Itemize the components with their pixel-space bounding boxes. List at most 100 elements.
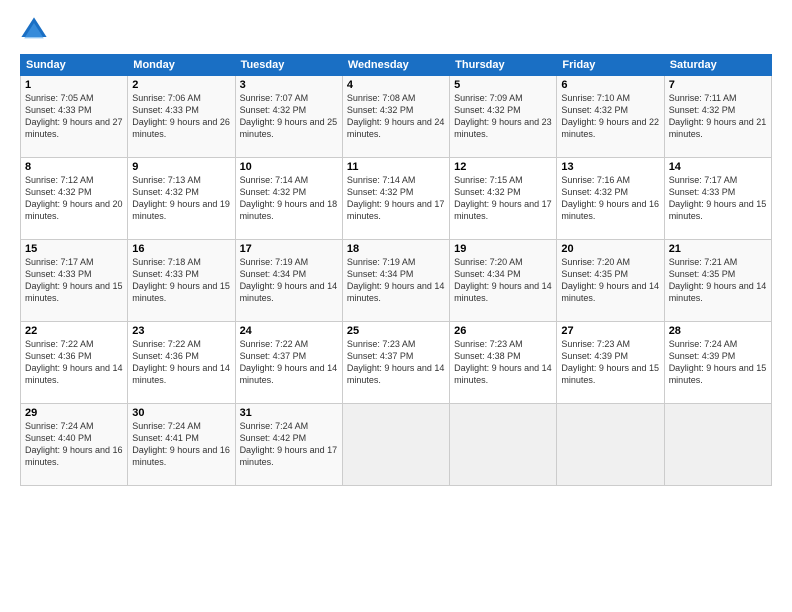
calendar-cell: 14 Sunrise: 7:17 AMSunset: 4:33 PMDaylig… [664, 158, 771, 240]
day-info: Sunrise: 7:11 AMSunset: 4:32 PMDaylight:… [669, 93, 767, 139]
calendar-cell: 28 Sunrise: 7:24 AMSunset: 4:39 PMDaylig… [664, 322, 771, 404]
day-info: Sunrise: 7:08 AMSunset: 4:32 PMDaylight:… [347, 93, 445, 139]
day-info: Sunrise: 7:23 AMSunset: 4:38 PMDaylight:… [454, 339, 552, 385]
weekday-header-thursday: Thursday [450, 55, 557, 76]
day-number: 17 [240, 243, 338, 255]
calendar-cell: 6 Sunrise: 7:10 AMSunset: 4:32 PMDayligh… [557, 76, 664, 158]
day-number: 4 [347, 79, 445, 91]
day-info: Sunrise: 7:20 AMSunset: 4:35 PMDaylight:… [561, 257, 659, 303]
day-info: Sunrise: 7:24 AMSunset: 4:41 PMDaylight:… [132, 421, 230, 467]
weekday-header-sunday: Sunday [21, 55, 128, 76]
day-number: 8 [25, 161, 123, 173]
calendar-cell: 25 Sunrise: 7:23 AMSunset: 4:37 PMDaylig… [342, 322, 449, 404]
calendar-cell [557, 404, 664, 486]
calendar-table: SundayMondayTuesdayWednesdayThursdayFrid… [20, 54, 772, 486]
day-info: Sunrise: 7:12 AMSunset: 4:32 PMDaylight:… [25, 175, 123, 221]
calendar-cell: 11 Sunrise: 7:14 AMSunset: 4:32 PMDaylig… [342, 158, 449, 240]
day-info: Sunrise: 7:19 AMSunset: 4:34 PMDaylight:… [347, 257, 445, 303]
calendar-cell [664, 404, 771, 486]
weekday-header-saturday: Saturday [664, 55, 771, 76]
day-number: 26 [454, 325, 552, 337]
calendar-cell: 29 Sunrise: 7:24 AMSunset: 4:40 PMDaylig… [21, 404, 128, 486]
day-number: 12 [454, 161, 552, 173]
day-number: 15 [25, 243, 123, 255]
day-number: 23 [132, 325, 230, 337]
calendar-cell: 31 Sunrise: 7:24 AMSunset: 4:42 PMDaylig… [235, 404, 342, 486]
calendar-cell: 19 Sunrise: 7:20 AMSunset: 4:34 PMDaylig… [450, 240, 557, 322]
logo [20, 16, 50, 44]
page: SundayMondayTuesdayWednesdayThursdayFrid… [0, 0, 792, 612]
day-info: Sunrise: 7:14 AMSunset: 4:32 PMDaylight:… [240, 175, 338, 221]
calendar-cell: 5 Sunrise: 7:09 AMSunset: 4:32 PMDayligh… [450, 76, 557, 158]
day-number: 6 [561, 79, 659, 91]
day-number: 2 [132, 79, 230, 91]
calendar-cell: 15 Sunrise: 7:17 AMSunset: 4:33 PMDaylig… [21, 240, 128, 322]
day-info: Sunrise: 7:22 AMSunset: 4:37 PMDaylight:… [240, 339, 338, 385]
calendar-cell: 9 Sunrise: 7:13 AMSunset: 4:32 PMDayligh… [128, 158, 235, 240]
calendar-cell: 4 Sunrise: 7:08 AMSunset: 4:32 PMDayligh… [342, 76, 449, 158]
day-info: Sunrise: 7:18 AMSunset: 4:33 PMDaylight:… [132, 257, 230, 303]
calendar-cell: 20 Sunrise: 7:20 AMSunset: 4:35 PMDaylig… [557, 240, 664, 322]
day-info: Sunrise: 7:24 AMSunset: 4:39 PMDaylight:… [669, 339, 767, 385]
day-info: Sunrise: 7:19 AMSunset: 4:34 PMDaylight:… [240, 257, 338, 303]
day-info: Sunrise: 7:06 AMSunset: 4:33 PMDaylight:… [132, 93, 230, 139]
day-info: Sunrise: 7:22 AMSunset: 4:36 PMDaylight:… [25, 339, 123, 385]
day-info: Sunrise: 7:24 AMSunset: 4:40 PMDaylight:… [25, 421, 123, 467]
weekday-header-wednesday: Wednesday [342, 55, 449, 76]
day-info: Sunrise: 7:23 AMSunset: 4:39 PMDaylight:… [561, 339, 659, 385]
day-info: Sunrise: 7:14 AMSunset: 4:32 PMDaylight:… [347, 175, 445, 221]
calendar-cell: 13 Sunrise: 7:16 AMSunset: 4:32 PMDaylig… [557, 158, 664, 240]
calendar-cell: 22 Sunrise: 7:22 AMSunset: 4:36 PMDaylig… [21, 322, 128, 404]
day-info: Sunrise: 7:13 AMSunset: 4:32 PMDaylight:… [132, 175, 230, 221]
calendar-cell: 2 Sunrise: 7:06 AMSunset: 4:33 PMDayligh… [128, 76, 235, 158]
calendar-cell: 30 Sunrise: 7:24 AMSunset: 4:41 PMDaylig… [128, 404, 235, 486]
calendar-cell: 27 Sunrise: 7:23 AMSunset: 4:39 PMDaylig… [557, 322, 664, 404]
day-info: Sunrise: 7:17 AMSunset: 4:33 PMDaylight:… [25, 257, 123, 303]
calendar-cell [450, 404, 557, 486]
calendar-cell: 24 Sunrise: 7:22 AMSunset: 4:37 PMDaylig… [235, 322, 342, 404]
calendar-cell: 3 Sunrise: 7:07 AMSunset: 4:32 PMDayligh… [235, 76, 342, 158]
calendar-cell: 1 Sunrise: 7:05 AMSunset: 4:33 PMDayligh… [21, 76, 128, 158]
calendar-cell: 23 Sunrise: 7:22 AMSunset: 4:36 PMDaylig… [128, 322, 235, 404]
weekday-header-tuesday: Tuesday [235, 55, 342, 76]
day-info: Sunrise: 7:23 AMSunset: 4:37 PMDaylight:… [347, 339, 445, 385]
day-number: 16 [132, 243, 230, 255]
day-info: Sunrise: 7:24 AMSunset: 4:42 PMDaylight:… [240, 421, 338, 467]
day-info: Sunrise: 7:10 AMSunset: 4:32 PMDaylight:… [561, 93, 659, 139]
day-info: Sunrise: 7:20 AMSunset: 4:34 PMDaylight:… [454, 257, 552, 303]
day-info: Sunrise: 7:21 AMSunset: 4:35 PMDaylight:… [669, 257, 767, 303]
calendar-cell: 8 Sunrise: 7:12 AMSunset: 4:32 PMDayligh… [21, 158, 128, 240]
weekday-header-monday: Monday [128, 55, 235, 76]
calendar-cell: 21 Sunrise: 7:21 AMSunset: 4:35 PMDaylig… [664, 240, 771, 322]
calendar-cell: 17 Sunrise: 7:19 AMSunset: 4:34 PMDaylig… [235, 240, 342, 322]
calendar-cell [342, 404, 449, 486]
day-number: 20 [561, 243, 659, 255]
calendar-cell: 10 Sunrise: 7:14 AMSunset: 4:32 PMDaylig… [235, 158, 342, 240]
day-info: Sunrise: 7:22 AMSunset: 4:36 PMDaylight:… [132, 339, 230, 385]
day-number: 1 [25, 79, 123, 91]
day-number: 9 [132, 161, 230, 173]
logo-icon [20, 16, 48, 44]
calendar-cell: 26 Sunrise: 7:23 AMSunset: 4:38 PMDaylig… [450, 322, 557, 404]
day-number: 22 [25, 325, 123, 337]
day-number: 3 [240, 79, 338, 91]
header [20, 16, 772, 44]
day-number: 10 [240, 161, 338, 173]
day-number: 18 [347, 243, 445, 255]
day-number: 25 [347, 325, 445, 337]
day-number: 21 [669, 243, 767, 255]
day-number: 31 [240, 407, 338, 419]
day-number: 28 [669, 325, 767, 337]
day-number: 11 [347, 161, 445, 173]
day-number: 14 [669, 161, 767, 173]
day-number: 27 [561, 325, 659, 337]
calendar-cell: 7 Sunrise: 7:11 AMSunset: 4:32 PMDayligh… [664, 76, 771, 158]
day-info: Sunrise: 7:07 AMSunset: 4:32 PMDaylight:… [240, 93, 338, 139]
day-info: Sunrise: 7:15 AMSunset: 4:32 PMDaylight:… [454, 175, 552, 221]
day-number: 30 [132, 407, 230, 419]
day-number: 5 [454, 79, 552, 91]
day-number: 19 [454, 243, 552, 255]
day-info: Sunrise: 7:16 AMSunset: 4:32 PMDaylight:… [561, 175, 659, 221]
day-info: Sunrise: 7:05 AMSunset: 4:33 PMDaylight:… [25, 93, 123, 139]
day-number: 13 [561, 161, 659, 173]
